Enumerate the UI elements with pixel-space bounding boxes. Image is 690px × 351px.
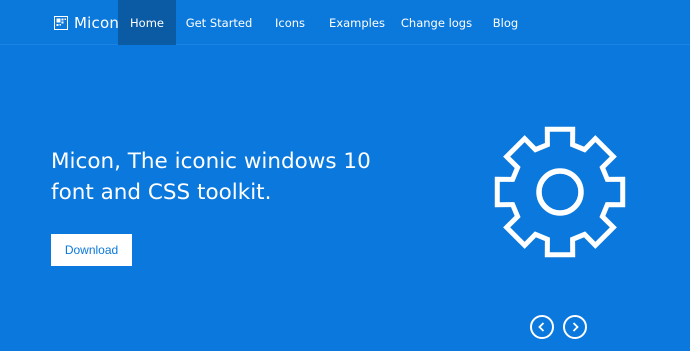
hero-title-line1: Micon, The iconic windows 10 [51, 149, 371, 174]
chevron-left-icon [538, 322, 545, 332]
nav-menu: Home Get Started Icons Examples Change l… [118, 0, 534, 45]
chevron-right-icon [572, 322, 579, 332]
hero-title: Micon, The iconic windows 10 font and CS… [51, 146, 411, 208]
hero-title-line2: font and CSS toolkit. [51, 180, 272, 205]
carousel-prev-button[interactable] [530, 315, 554, 339]
gear-icon [494, 126, 626, 258]
download-button[interactable]: Download [51, 234, 132, 266]
nav-item-home[interactable]: Home [118, 0, 176, 45]
nav-item-get-started[interactable]: Get Started [176, 0, 262, 45]
nav-item-blog[interactable]: Blog [477, 0, 534, 45]
nav-item-examples[interactable]: Examples [318, 0, 396, 45]
brand-name: Micon [74, 13, 120, 32]
brand-link[interactable]: Micon [54, 0, 119, 45]
carousel-next-button[interactable] [563, 315, 587, 339]
top-navbar: Micon Home Get Started Icons Examples Ch… [0, 0, 690, 45]
page: Micon Home Get Started Icons Examples Ch… [0, 0, 690, 351]
nav-item-icons[interactable]: Icons [262, 0, 318, 45]
micon-logo-icon [54, 15, 68, 30]
nav-item-change-logs[interactable]: Change logs [396, 0, 477, 45]
hero-illustration [488, 124, 632, 260]
